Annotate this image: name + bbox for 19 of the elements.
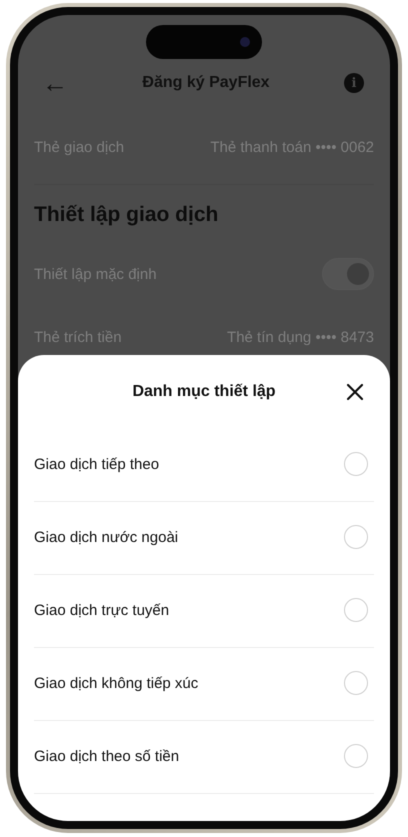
toggle-switch[interactable] (322, 258, 374, 290)
radio-button[interactable] (344, 598, 368, 622)
radio-button[interactable] (344, 744, 368, 768)
option-label: Giao dịch trực tuyến (34, 602, 170, 618)
option-row[interactable]: Giao dịch nước ngoài (34, 502, 374, 575)
radio-button[interactable] (344, 452, 368, 476)
option-row[interactable]: Giao dịch tiếp theo (34, 429, 374, 502)
option-label: Giao dịch tiếp theo (34, 456, 160, 472)
radio-button[interactable] (344, 671, 368, 695)
option-row[interactable]: Giao dịch trực tuyến (34, 575, 374, 648)
sheet-title: Danh mục thiết lập (132, 383, 276, 401)
radio-button[interactable] (344, 525, 368, 549)
option-row[interactable]: Giao dịch không tiếp xúc (34, 648, 374, 721)
section-title: Thiết lập giao dịch (34, 202, 220, 228)
page-title: Đăng ký PayFlex (142, 74, 270, 92)
option-label: Giao dịch nước ngoài (34, 528, 178, 546)
option-row[interactable]: Giao dịch theo số tiền (34, 721, 374, 794)
option-label: Giao dịch không tiếp xúc (34, 674, 198, 692)
option-label: Giao dịch theo số tiền (34, 748, 180, 764)
